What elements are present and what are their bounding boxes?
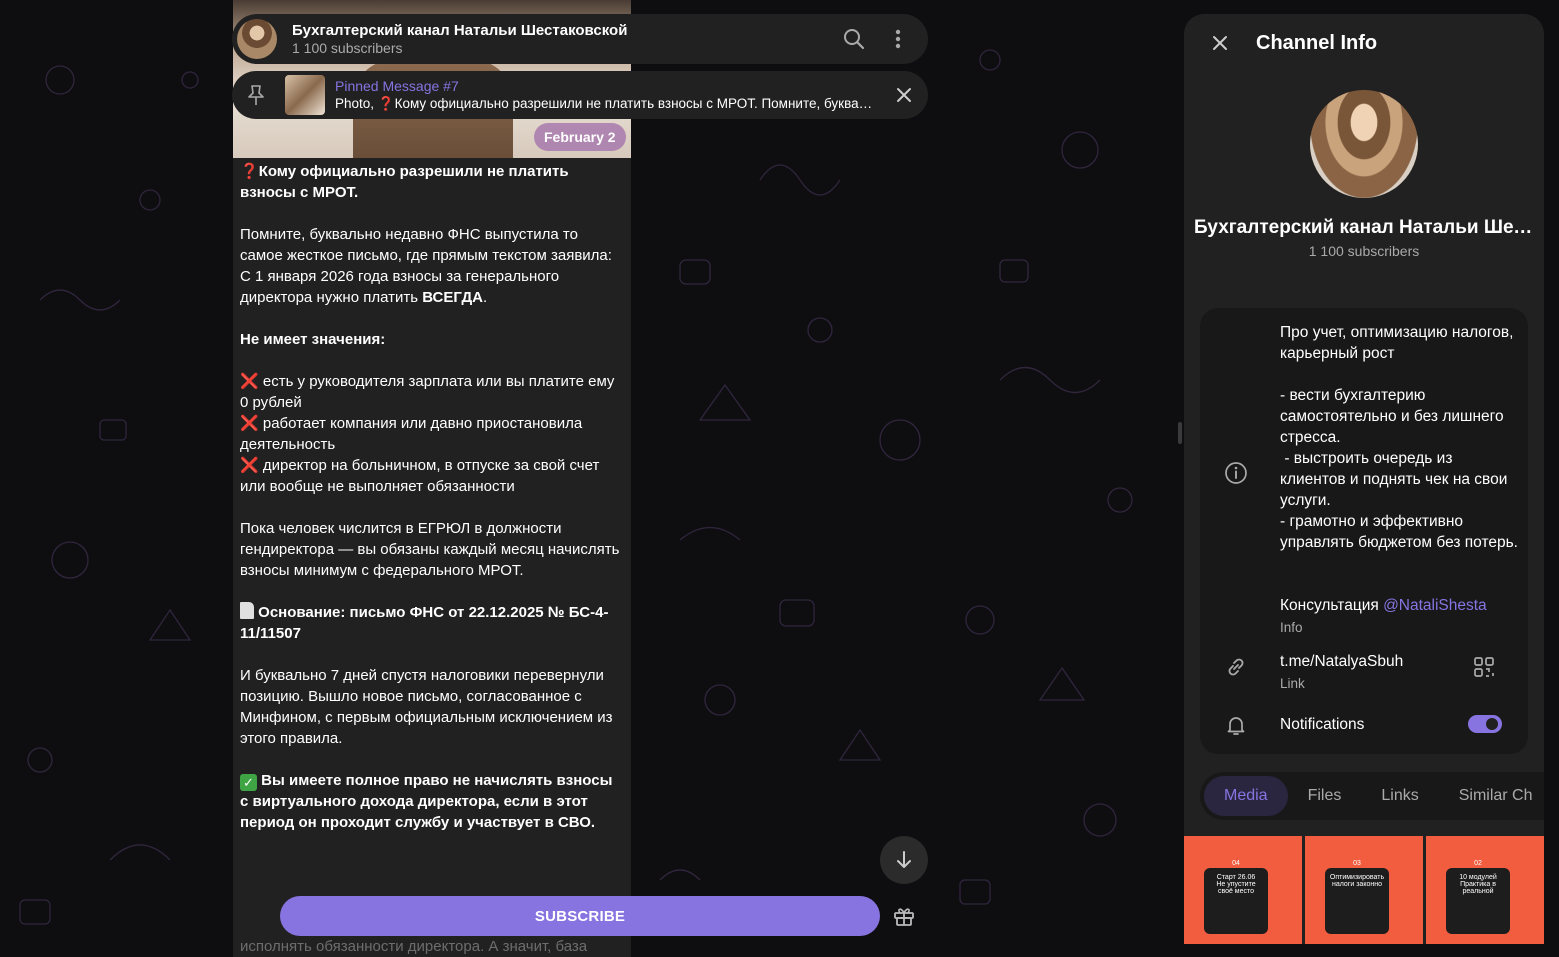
cross-mark-icon: ❌ (240, 457, 259, 474)
message-paragraph: Пока человек числится в ЕГРЮЛ в должност… (240, 520, 620, 579)
media-thumbnail[interactable]: 02 10 модулей Практика в реальной (1426, 836, 1544, 944)
message-highlight: Вы имеете полное право не начислять взно… (240, 772, 613, 831)
panel-resize-handle[interactable] (1178, 422, 1182, 444)
date-badge: February 2 (534, 123, 626, 151)
question-mark-icon: ❓ (377, 96, 395, 111)
media-thumbnail[interactable]: 04 Старт 26.06 Не упустите своё место (1184, 836, 1302, 944)
media-thumbnail[interactable]: 03 Оптимизировать налоги законно (1305, 836, 1423, 944)
panel-title: Channel Info (1256, 31, 1378, 54)
close-icon[interactable] (1192, 15, 1248, 71)
document-icon (240, 602, 254, 619)
message-paragraph: С 1 января 2026 года взносы за генеральн… (240, 268, 560, 306)
gift-icon[interactable] (883, 896, 925, 936)
arrow-down-icon (897, 851, 911, 868)
cross-mark-icon: ❌ (240, 415, 259, 432)
tab-media[interactable]: Media (1204, 776, 1288, 816)
pinned-thumbnail (285, 75, 325, 115)
bell-icon (1224, 713, 1248, 742)
avatar[interactable] (237, 19, 277, 59)
link-icon (1224, 655, 1248, 684)
list-item: ❌ директор на больничном, в отпуске за с… (240, 457, 600, 495)
list-item: ❌ работает компания или давно приостанов… (240, 415, 583, 453)
list-item: ❌ есть у руководителя зарплата или вы пл… (240, 373, 615, 411)
link-caption: Link (1280, 676, 1305, 691)
consultation-handle-link[interactable]: @NataliShesta (1383, 597, 1487, 614)
notifications-toggle[interactable] (1468, 715, 1502, 733)
subscriber-count: 1 100 subscribers (292, 39, 403, 56)
message-basis: Основание: письмо ФНС от 22.12.2025 № БС… (240, 604, 609, 642)
info-icon (1224, 461, 1248, 490)
pinned-preview: Photo, ❓Кому официально разрешили не пла… (335, 96, 875, 111)
media-tabs: Media Files Links Similar Ch (1200, 772, 1544, 820)
message-bubble[interactable]: February 2 ❓Кому официально разрешили не… (233, 0, 631, 957)
question-mark-icon: ❓ (240, 163, 259, 180)
subscriber-count: 1 100 subscribers (1308, 243, 1420, 259)
message-paragraph: И буквально 7 дней спустя налоговики пер… (240, 667, 613, 747)
message-text: ❓Кому официально разрешили не платить вз… (233, 158, 631, 833)
channel-name: Бухгалтерский канал Натальи Шестаковской (1194, 217, 1534, 238)
composer-bar: SUBSCRIBE (233, 890, 929, 942)
tab-links[interactable]: Links (1361, 776, 1438, 816)
info-card: Про учет, оптимизацию налогов, карьерный… (1200, 308, 1528, 754)
message-subheading: Не имеет значения: (240, 331, 386, 348)
channel-description: Про учет, оптимизацию налогов, карьерный… (1280, 324, 1518, 551)
notifications-label: Notifications (1280, 716, 1365, 733)
pinned-title: Pinned Message #7 (335, 78, 459, 94)
message-headline: Кому официально разрешили не платить взн… (240, 163, 569, 201)
toggle-knob (1484, 716, 1500, 732)
more-vertical-icon[interactable] (878, 19, 918, 59)
profile-avatar[interactable] (1310, 90, 1418, 198)
qr-code-icon[interactable] (1472, 655, 1496, 684)
subscribe-button[interactable]: SUBSCRIBE (280, 896, 880, 936)
search-icon[interactable] (834, 19, 874, 59)
pinned-message-bar[interactable]: Pinned Message #7 Photo, ❓Кому официальн… (232, 71, 928, 119)
check-mark-icon: ✓ (240, 774, 257, 791)
channel-info-panel: Channel Info Бухгалтерский канал Натальи… (1184, 14, 1544, 944)
chat-title[interactable]: Бухгалтерский канал Натальи Шестаковской (292, 22, 834, 40)
scroll-down-button[interactable] (880, 836, 928, 884)
channel-link[interactable]: t.me/NatalyaSbuh (1280, 651, 1403, 672)
close-icon[interactable] (880, 87, 928, 103)
media-grid: 04 Старт 26.06 Не упустите своё место 03 … (1184, 836, 1544, 944)
pin-icon[interactable] (232, 84, 280, 106)
consultation-caption: Info (1280, 620, 1303, 635)
cross-mark-icon: ❌ (240, 373, 259, 390)
tab-files[interactable]: Files (1288, 776, 1362, 816)
message-paragraph: Помните, буквально недавно ФНС выпустила… (240, 226, 612, 264)
tab-similar-channels[interactable]: Similar Ch (1439, 776, 1544, 816)
consultation-row: Консультация @NataliShesta (1280, 597, 1487, 614)
chat-header[interactable]: Бухгалтерский канал Натальи Шестаковской… (232, 14, 928, 64)
